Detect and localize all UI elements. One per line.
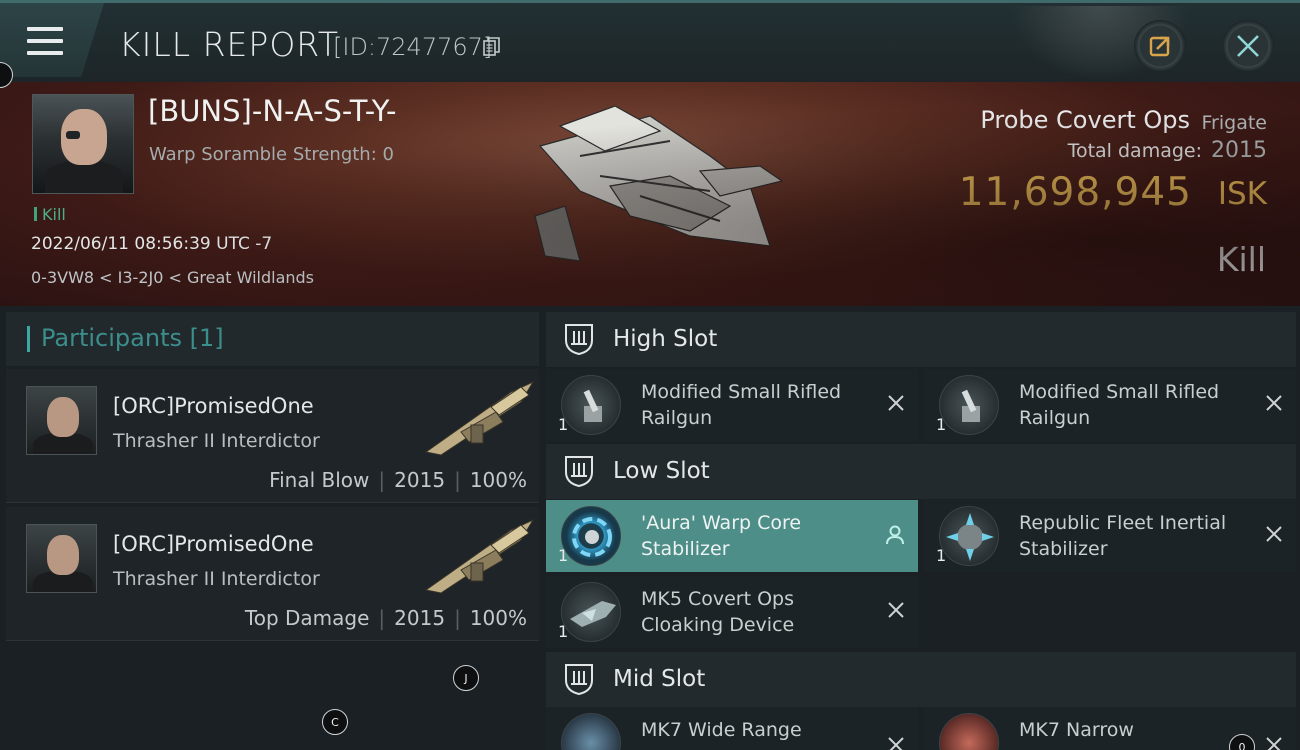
share-button[interactable] bbox=[1134, 20, 1186, 72]
high-slot-header: High Slot bbox=[546, 312, 1296, 367]
share-icon bbox=[1149, 36, 1170, 57]
participant-card[interactable]: [ORC]PromisedOne Thrasher II Interdictor… bbox=[6, 369, 539, 503]
participant-damage: 2015 bbox=[394, 606, 446, 630]
report-id: [ID:7247767] bbox=[333, 33, 493, 61]
participants-title: Participants [1] bbox=[41, 324, 224, 352]
participant-role: Top Damage bbox=[244, 606, 370, 630]
destroyed-x-icon bbox=[888, 395, 904, 411]
module-name: MK7 Narrow bbox=[1019, 719, 1134, 741]
module-name: MK5 Covert Ops Cloaking Device bbox=[641, 588, 795, 636]
module-quantity: 1 bbox=[936, 546, 947, 565]
inertial-stabilizer-icon bbox=[939, 506, 999, 566]
menu-button[interactable] bbox=[0, 3, 104, 77]
victim-ship-image[interactable] bbox=[520, 96, 790, 268]
participant-percent: 100% bbox=[469, 468, 527, 492]
module-name: 'Aura' Warp Core Stabilizer bbox=[641, 512, 802, 560]
participant-card[interactable]: [ORC]PromisedOne Thrasher II Interdictor… bbox=[6, 507, 539, 641]
cloaking-device-icon bbox=[561, 582, 621, 642]
railgun-icon bbox=[939, 375, 999, 435]
result-label: Kill bbox=[1216, 240, 1266, 279]
module-name: MK7 Wide Range bbox=[641, 719, 802, 741]
participant-stats: Top Damage | 2015 | 100% bbox=[244, 606, 527, 630]
participant-damage: 2015 bbox=[394, 468, 446, 492]
destroyed-x-icon bbox=[888, 737, 904, 750]
module-item[interactable]: 1 Modified Small Rifled Railgun bbox=[924, 369, 1296, 441]
pilot-icon[interactable] bbox=[884, 524, 906, 546]
page-title: KILL REPORT bbox=[119, 25, 339, 64]
isk-value: 11,698,945 bbox=[958, 170, 1192, 215]
participants-header[interactable]: Participants [1] bbox=[6, 312, 539, 366]
kill-timestamp: 2022/06/11 08:56:39 UTC -7 bbox=[31, 234, 273, 254]
sensor-booster-icon bbox=[561, 713, 621, 750]
module-quantity: 1 bbox=[558, 546, 569, 565]
low-slot-header: Low Slot bbox=[546, 444, 1296, 499]
participant-name: [ORC]PromisedOne bbox=[113, 532, 314, 556]
module-item[interactable]: MK7 Wide Range bbox=[546, 707, 918, 750]
participant-ship-image bbox=[424, 518, 535, 594]
mid-slot-title: Mid Slot bbox=[613, 666, 706, 692]
warp-scramble-strength: Warp Soramble Strength: 0 bbox=[149, 144, 394, 165]
destroyed-x-icon bbox=[1266, 737, 1282, 750]
participant-ship-image bbox=[424, 380, 535, 456]
low-slot-icon bbox=[565, 456, 593, 488]
ship-class: Frigate bbox=[1201, 112, 1267, 134]
participant-name: [ORC]PromisedOne bbox=[113, 394, 314, 418]
hotkey-marker: J bbox=[453, 665, 479, 691]
avatar[interactable] bbox=[26, 386, 97, 455]
mid-slot-icon bbox=[565, 664, 593, 696]
ship-name[interactable]: Probe Covert Ops bbox=[980, 106, 1190, 134]
hotkey-marker: C bbox=[322, 709, 348, 735]
total-damage-label: Total damage: bbox=[1067, 140, 1202, 162]
participant-stats: Final Blow | 2015 | 100% bbox=[269, 468, 527, 492]
copy-icon[interactable] bbox=[483, 37, 501, 57]
participant-role: Final Blow bbox=[269, 468, 370, 492]
kill-location[interactable]: 0-3VW8 < I3-2J0 < Great Wildlands bbox=[31, 268, 314, 287]
module-item-selected[interactable]: 1 'Aura' Warp Core Stabilizer bbox=[546, 500, 918, 572]
victim-banner: [BUNS]-N-A-S-T-Y- Warp Soramble Strength… bbox=[0, 82, 1300, 306]
module-item[interactable]: 1 MK5 Covert Ops Cloaking Device bbox=[546, 576, 918, 648]
module-item[interactable]: 1 Modified Small Rifled Railgun bbox=[546, 369, 918, 441]
warp-core-stabilizer-icon bbox=[561, 506, 621, 566]
destroyed-x-icon bbox=[888, 602, 904, 618]
high-slot-title: High Slot bbox=[613, 326, 718, 352]
module-item[interactable]: 1 Republic Fleet Inertial Stabilizer bbox=[924, 500, 1296, 572]
module-name: Modified Small Rifled Railgun bbox=[641, 381, 842, 429]
high-slot-icon bbox=[565, 324, 593, 356]
avatar[interactable] bbox=[26, 524, 97, 593]
scrambler-icon bbox=[939, 713, 999, 750]
module-name: Republic Fleet Inertial Stabilizer bbox=[1019, 512, 1227, 560]
destroyed-x-icon bbox=[1266, 526, 1282, 542]
participant-ship: Thrasher II Interdictor bbox=[113, 430, 320, 452]
isk-unit: ISK bbox=[1217, 176, 1267, 212]
low-slot-title: Low Slot bbox=[613, 458, 710, 484]
mid-slot-header: Mid Slot bbox=[546, 652, 1296, 707]
participant-percent: 100% bbox=[469, 606, 527, 630]
destroyed-x-icon bbox=[1266, 395, 1282, 411]
module-quantity: 1 bbox=[558, 415, 569, 434]
railgun-icon bbox=[561, 375, 621, 435]
kill-tag: Kill bbox=[34, 205, 66, 224]
module-quantity: 1 bbox=[558, 622, 569, 641]
top-bar: KILL REPORT [ID:7247767] bbox=[0, 0, 1300, 82]
victim-avatar[interactable] bbox=[32, 94, 134, 194]
victim-name[interactable]: [BUNS]-N-A-S-T-Y- bbox=[148, 94, 397, 128]
module-name: Modified Small Rifled Railgun bbox=[1019, 381, 1220, 429]
participant-ship: Thrasher II Interdictor bbox=[113, 568, 320, 590]
module-quantity: 1 bbox=[936, 415, 947, 434]
close-icon bbox=[1237, 35, 1259, 57]
total-damage-value: 2015 bbox=[1211, 138, 1267, 163]
close-button[interactable] bbox=[1222, 20, 1274, 72]
menu-icon bbox=[27, 27, 63, 55]
